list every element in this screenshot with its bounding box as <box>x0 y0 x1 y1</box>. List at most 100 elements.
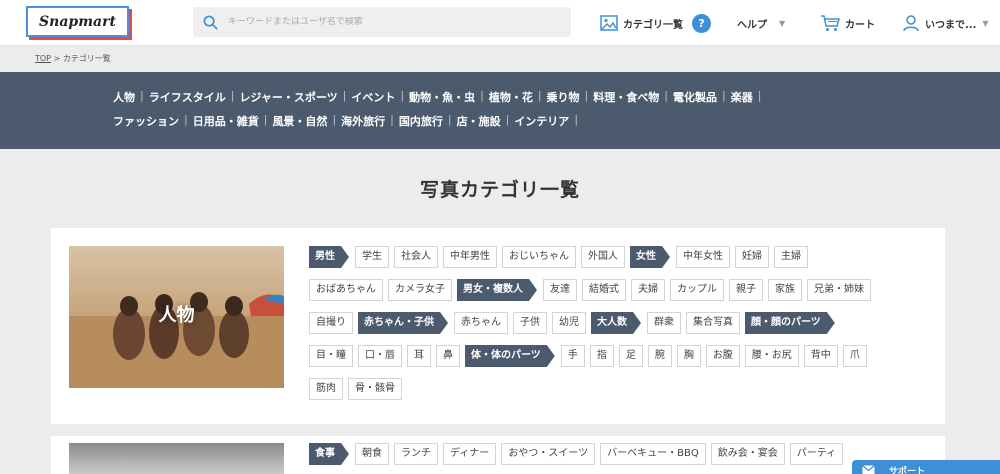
subcategory-tag[interactable]: パーティ <box>789 443 844 465</box>
help-menu[interactable]: ヘルプ ▼ <box>737 0 785 46</box>
subcategory-tag[interactable]: 指 <box>589 345 614 367</box>
subcategory-tag[interactable]: 夫婦 <box>631 279 665 301</box>
food-tag-list: 食事 朝食 ランチ ディナー おやつ・スイーツ バーベキュー・BBQ 飲み会・宴会 パーティ <box>309 443 929 474</box>
subcategory-tag[interactable]: カップル <box>670 279 724 301</box>
help-label: ヘルプ <box>737 19 767 31</box>
category-heading-tag[interactable]: 女性 <box>630 246 670 268</box>
category-nav-link[interactable]: 海外旅行 <box>341 113 385 129</box>
category-heading-tag[interactable]: 食事 <box>309 443 349 465</box>
category-nav-link[interactable]: 風景・自然 <box>272 113 327 129</box>
category-nav-separator: | <box>505 113 510 126</box>
subcategory-tag[interactable]: 口・唇 <box>358 345 402 367</box>
chevron-down-icon: ▼ <box>982 18 989 28</box>
site-header: Snapmart カテゴリ一覧 ? ヘルプ ▼ カート <box>0 0 1000 46</box>
subcategory-tag[interactable]: 手 <box>560 345 585 367</box>
support-button[interactable]: サポート <box>852 460 1000 474</box>
tag-row: 筋肉 骨・骸骨 <box>309 378 929 400</box>
subcategory-tag[interactable]: 爪 <box>842 345 867 367</box>
category-nav-link[interactable]: 料理・食べ物 <box>593 89 659 105</box>
subcategory-tag[interactable]: 骨・骸骨 <box>348 378 402 400</box>
user-menu[interactable]: いつまで... ▼ <box>902 0 989 46</box>
category-nav-link[interactable]: 楽器 <box>731 89 753 105</box>
category-nav-link[interactable]: 人物 <box>113 89 135 105</box>
category-heading-tag[interactable]: 男女・複数人 <box>457 279 537 301</box>
snapmart-logo[interactable]: Snapmart <box>26 6 129 37</box>
tag-row: 男性 学生 社会人 中年男性 おじいちゃん 外国人 女性 中年女性 妊婦 主婦 <box>309 246 929 268</box>
subcategory-tag[interactable]: 飲み会・宴会 <box>710 443 785 465</box>
category-nav-separator: | <box>480 89 484 102</box>
subcategory-tag[interactable]: 兄弟・姉妹 <box>807 279 871 301</box>
subcategory-tag[interactable]: バーベキュー・BBQ <box>600 443 706 465</box>
category-nav-link[interactable]: 国内旅行 <box>399 113 443 129</box>
subcategory-tag[interactable]: 群衆 <box>647 312 681 334</box>
subcategory-tag[interactable]: おじいちゃん <box>502 246 576 268</box>
cart-link[interactable]: カート <box>820 0 875 46</box>
search-input[interactable] <box>228 17 528 27</box>
subcategory-tag[interactable]: ディナー <box>443 443 497 465</box>
category-nav-separator: | <box>184 113 188 126</box>
category-heading-tag[interactable]: 赤ちゃん・子供 <box>358 312 448 334</box>
category-nav-link[interactable]: ファッション <box>113 113 179 129</box>
category-nav-link[interactable]: ライフスタイル <box>149 89 226 105</box>
subcategory-tag[interactable]: おやつ・スイーツ <box>501 443 596 465</box>
category-nav-link[interactable]: 植物・花 <box>489 89 533 105</box>
subcategory-tag[interactable]: 家族 <box>768 279 802 301</box>
category-heading-tag[interactable]: 男性 <box>309 246 349 268</box>
subcategory-tag[interactable]: 筋肉 <box>309 378 343 400</box>
category-heading-tag[interactable]: 大人数 <box>591 312 641 334</box>
subcategory-tag[interactable]: 赤ちゃん <box>454 312 508 334</box>
subcategory-tag[interactable]: 自撮り <box>309 312 353 334</box>
user-icon <box>903 15 919 32</box>
category-nav-link[interactable]: イベント <box>351 89 395 105</box>
category-nav-separator: | <box>574 113 579 126</box>
subcategory-tag[interactable]: 友達 <box>543 279 577 301</box>
search-bar[interactable] <box>193 7 571 37</box>
category-nav-link[interactable]: レジャー・スポーツ <box>239 89 337 105</box>
subcategory-tag[interactable]: 外国人 <box>581 246 625 268</box>
category-nav-link[interactable]: インテリア <box>514 113 569 129</box>
subcategory-tag[interactable]: 足 <box>618 345 643 367</box>
subcategory-tag[interactable]: ランチ <box>394 443 438 465</box>
subcategory-tag[interactable]: 腰・お尻 <box>744 345 799 367</box>
people-tag-list: 男性 学生 社会人 中年男性 おじいちゃん 外国人 女性 中年女性 妊婦 主婦 おばあちゃん カメラ女… <box>309 246 929 411</box>
category-heading-tag[interactable]: 顔・顔のパーツ <box>745 312 835 334</box>
subcategory-tag[interactable]: 子供 <box>513 312 547 334</box>
food-thumbnail[interactable] <box>69 443 284 474</box>
category-nav-separator: | <box>263 113 268 126</box>
subcategory-tag[interactable]: 中年男性 <box>443 246 497 268</box>
subcategory-tag[interactable]: 親子 <box>729 279 763 301</box>
category-nav-link[interactable]: 電化製品 <box>673 89 717 105</box>
subcategory-tag[interactable]: 背中 <box>803 345 838 367</box>
subcategory-tag[interactable]: お腹 <box>705 345 740 367</box>
subcategory-tag[interactable]: 胸 <box>676 345 701 367</box>
people-thumbnail[interactable]: 人物 <box>69 246 284 388</box>
category-nav-link[interactable]: 乗り物 <box>547 89 580 105</box>
subcategory-tag[interactable]: 集合写真 <box>686 312 740 334</box>
categories-nav-link[interactable]: カテゴリ一覧 ? <box>600 0 711 46</box>
subcategory-tag[interactable]: 結婚式 <box>582 279 626 301</box>
category-nav-link[interactable]: 動物・魚・虫 <box>409 89 475 105</box>
category-nav-separator: | <box>757 89 762 102</box>
subcategory-tag[interactable]: 朝食 <box>355 443 389 465</box>
subcategory-tag[interactable]: 主婦 <box>774 246 808 268</box>
subcategory-tag[interactable]: 中年女性 <box>676 246 730 268</box>
subcategory-tag[interactable]: 学生 <box>355 246 389 268</box>
subcategory-tag[interactable]: カメラ女子 <box>388 279 452 301</box>
category-nav-link[interactable]: 日用品・雑貨 <box>193 113 259 129</box>
help-question-icon[interactable]: ? <box>692 13 711 33</box>
category-nav-row-2: ファッション | 日用品・雑貨 | 風景・自然 | 海外旅行 | 国内旅行 | 店・施設 | インテリア… <box>113 113 583 129</box>
subcategory-tag[interactable]: 幼児 <box>552 312 586 334</box>
breadcrumb-top-link[interactable]: TOP <box>35 54 51 63</box>
category-nav-separator: | <box>584 89 589 102</box>
subcategory-tag[interactable]: 耳 <box>407 345 431 367</box>
search-icon <box>203 15 218 29</box>
subcategory-tag[interactable]: 鼻 <box>436 345 460 367</box>
subcategory-tag[interactable]: 目・瞳 <box>309 345 353 367</box>
breadcrumb-separator: > <box>53 54 61 63</box>
subcategory-tag[interactable]: おばあちゃん <box>309 279 383 301</box>
subcategory-tag[interactable]: 腕 <box>647 345 672 367</box>
category-nav-link[interactable]: 店・施設 <box>457 113 501 129</box>
category-heading-tag[interactable]: 体・体のパーツ <box>465 345 555 367</box>
subcategory-tag[interactable]: 社会人 <box>394 246 438 268</box>
subcategory-tag[interactable]: 妊婦 <box>735 246 769 268</box>
